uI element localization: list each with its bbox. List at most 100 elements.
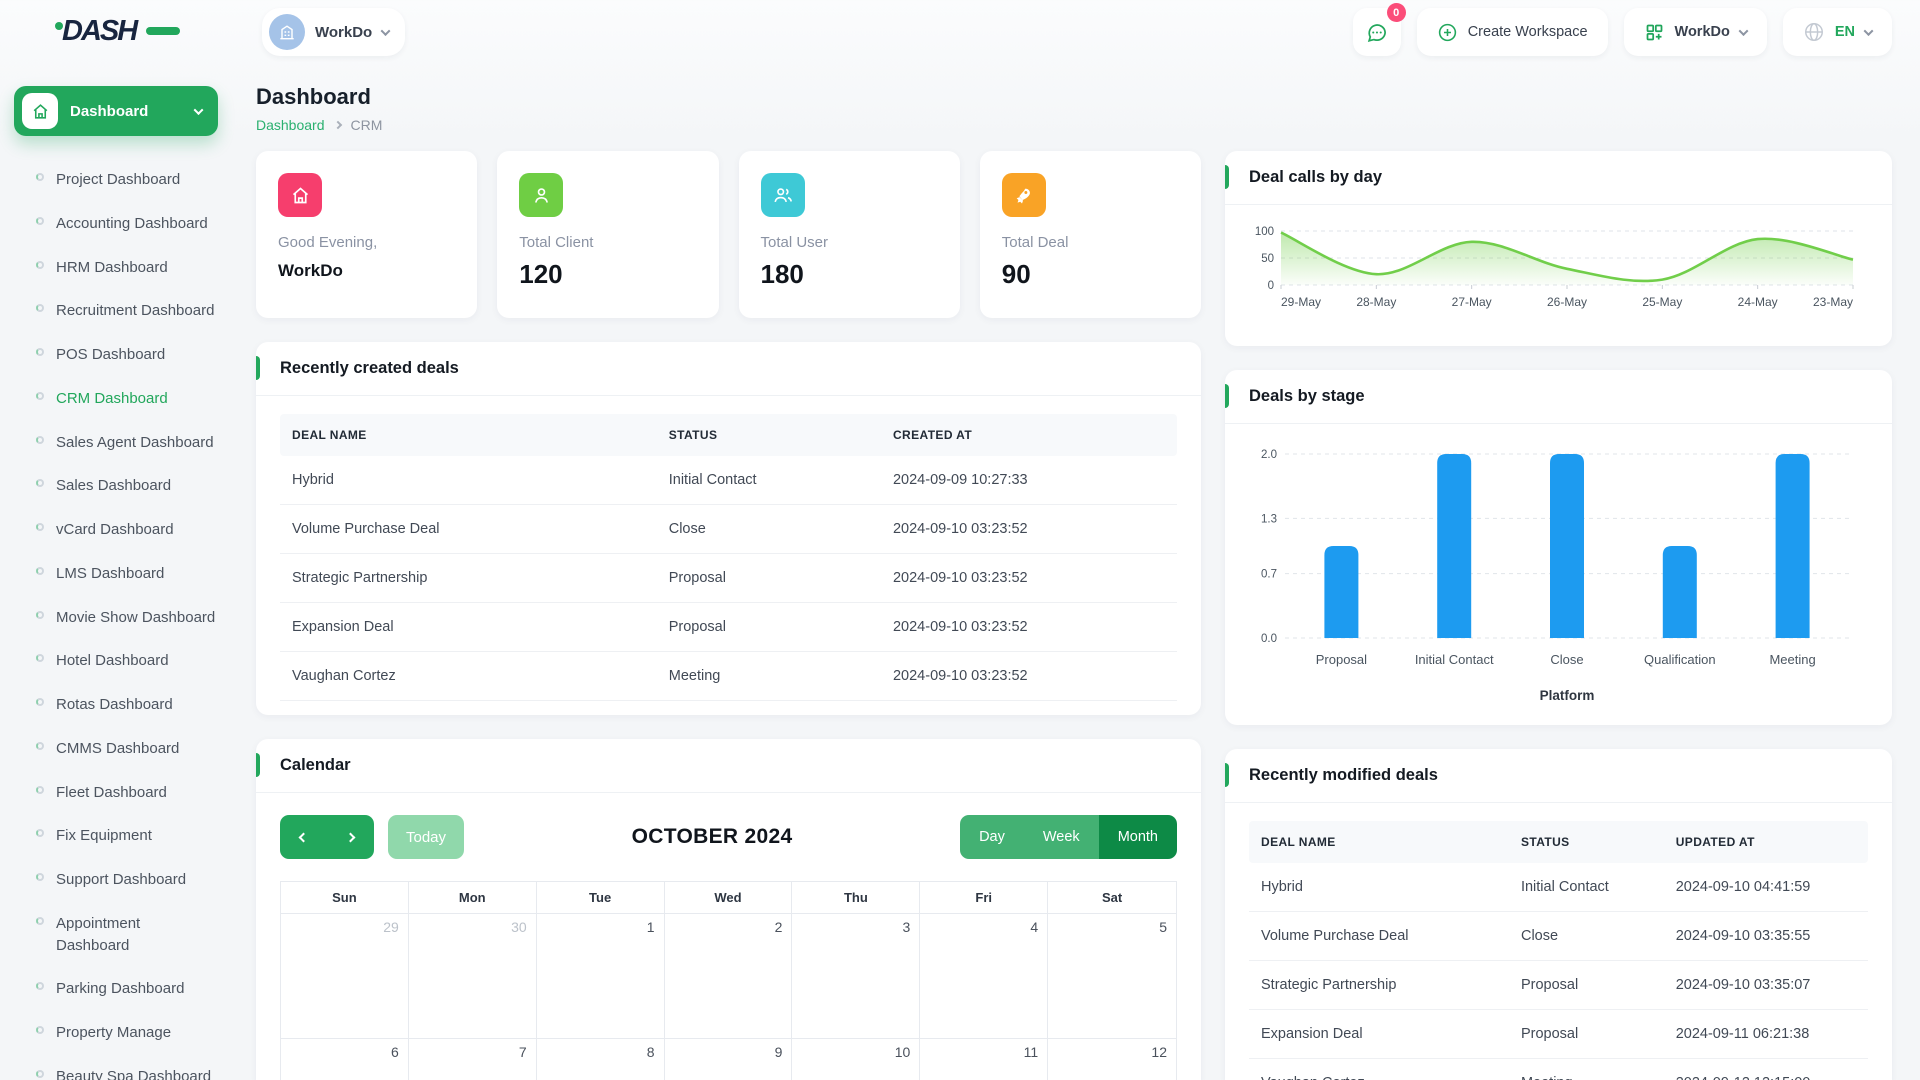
card-title: Calendar xyxy=(256,739,1201,793)
chevron-right-icon xyxy=(346,832,356,842)
calendar-day-number: 9 xyxy=(775,1044,783,1060)
sidebar-item-hrm-dashboard[interactable]: HRM Dashboard xyxy=(0,246,240,290)
sidebar-item-fleet-dashboard[interactable]: Fleet Dashboard xyxy=(0,771,240,815)
calendar-day-number: 5 xyxy=(1159,919,1167,935)
sidebar-item-pos-dashboard[interactable]: POS Dashboard xyxy=(0,333,240,377)
calendar-day-cell[interactable]: 9 xyxy=(665,1039,793,1080)
table-cell: Close xyxy=(1509,912,1664,960)
sidebar-item-label: CMMS Dashboard xyxy=(56,738,179,760)
svg-text:26-May: 26-May xyxy=(1547,295,1587,309)
app-logo: DASH xyxy=(0,12,240,53)
calendar-day-cell[interactable]: 1 xyxy=(537,914,665,1038)
circle-bullet-icon xyxy=(36,1026,44,1034)
calendar-view-switcher: DayWeekMonth xyxy=(960,815,1177,859)
sidebar-item-hotel-dashboard[interactable]: Hotel Dashboard xyxy=(0,639,240,683)
table-cell: Expansion Deal xyxy=(1249,1010,1509,1058)
calendar-day-cell[interactable]: 11 xyxy=(920,1039,1048,1080)
calendar-dow: Wed xyxy=(665,882,793,913)
calendar-day-cell[interactable]: 6 xyxy=(281,1039,409,1080)
table-cell: Hybrid xyxy=(1249,863,1509,911)
sidebar-item-label: HRM Dashboard xyxy=(56,257,168,279)
sidebar-item-recruitment-dashboard[interactable]: Recruitment Dashboard xyxy=(0,289,240,333)
sidebar-item-sales-dashboard[interactable]: Sales Dashboard xyxy=(0,464,240,508)
circle-bullet-icon xyxy=(36,261,44,269)
language-selector[interactable]: EN xyxy=(1783,8,1892,56)
sidebar-item-label: Project Dashboard xyxy=(56,169,180,191)
sidebar-item-beauty-spa-dashboard[interactable]: Beauty Spa Dashboard xyxy=(0,1055,240,1080)
chevron-down-icon xyxy=(1864,26,1874,36)
sidebar-item-movie-show-dashboard[interactable]: Movie Show Dashboard xyxy=(0,596,240,640)
calendar-view-month-button[interactable]: Month xyxy=(1099,815,1177,859)
create-workspace-button[interactable]: Create Workspace xyxy=(1417,8,1608,56)
sidebar-item-parking-dashboard[interactable]: Parking Dashboard xyxy=(0,967,240,1011)
sidebar-item-fix-equipment[interactable]: Fix Equipment xyxy=(0,814,240,858)
sidebar-item-label: Accounting Dashboard xyxy=(56,213,208,235)
card-title: Deal calls by day xyxy=(1225,151,1892,205)
svg-text:2.0: 2.0 xyxy=(1261,449,1277,461)
sidebar-item-project-dashboard[interactable]: Project Dashboard xyxy=(0,158,240,202)
sidebar-item-property-manage[interactable]: Property Manage xyxy=(0,1011,240,1055)
calendar-day-cell[interactable]: 5 xyxy=(1048,914,1176,1038)
main-content: Dashboard Dashboard CRM Good Evening, Wo… xyxy=(240,64,1920,1080)
calendar-dow-row: SunMonTueWedThuFriSat xyxy=(281,882,1176,914)
calendar-week-row: 2930123 4 5 xyxy=(281,914,1176,1039)
sidebar-item-support-dashboard[interactable]: Support Dashboard xyxy=(0,858,240,902)
notification-badge: 0 xyxy=(1387,3,1406,22)
sidebar-item-sales-agent-dashboard[interactable]: Sales Agent Dashboard xyxy=(0,421,240,465)
calendar-dow: Thu xyxy=(792,882,920,913)
calendar-day-number: 4 xyxy=(1030,919,1038,935)
breadcrumb-root[interactable]: Dashboard xyxy=(256,117,325,133)
sidebar-item-vcard-dashboard[interactable]: vCard Dashboard xyxy=(0,508,240,552)
sidebar-item-appointment-dashboard[interactable]: Appointment Dashboard xyxy=(0,902,240,968)
workspace-avatar xyxy=(269,14,305,50)
circle-bullet-icon xyxy=(36,873,44,881)
calendar-today-button[interactable]: Today xyxy=(388,815,464,859)
home-icon xyxy=(22,93,58,129)
sidebar-item-cmms-dashboard[interactable]: CMMS Dashboard xyxy=(0,727,240,771)
calendar-view-day-button[interactable]: Day xyxy=(960,815,1024,859)
sidebar-item-label: Hotel Dashboard xyxy=(56,650,169,672)
calendar-day-cell[interactable]: 29 xyxy=(281,914,409,1038)
calendar-day-cell[interactable]: 30 xyxy=(409,914,537,1038)
svg-text:0.0: 0.0 xyxy=(1261,633,1277,645)
svg-text:28-May: 28-May xyxy=(1356,295,1396,309)
calendar-day-cell[interactable]: 7 xyxy=(409,1039,537,1080)
table-header-row: DEAL NAMESTATUSCREATED AT xyxy=(280,414,1177,456)
stat-card-total-user: Total User180 xyxy=(739,151,960,318)
svg-text:Close: Close xyxy=(1550,652,1583,667)
calendar-day-cell[interactable]: 3 xyxy=(792,914,920,1038)
table-row: HybridInitial Contact2024-09-10 04:41:59 xyxy=(1249,863,1868,912)
circle-bullet-icon xyxy=(36,698,44,706)
calendar-day-cell[interactable]: 12 xyxy=(1048,1039,1176,1080)
svg-text:Platform: Platform xyxy=(1540,688,1595,703)
sidebar-item-label: Parking Dashboard xyxy=(56,978,184,1000)
calendar-day-cell[interactable]: 10Deal task One xyxy=(792,1039,920,1080)
sidebar-item-crm-dashboard[interactable]: CRM Dashboard xyxy=(0,377,240,421)
table-cell: Volume Purchase Deal xyxy=(1249,912,1509,960)
recently-modified-deals-card: Recently modified deals DEAL NAMESTATUSU… xyxy=(1225,749,1892,1080)
sidebar-item-accounting-dashboard[interactable]: Accounting Dashboard xyxy=(0,202,240,246)
workspace-switcher[interactable]: WorkDo xyxy=(262,8,405,56)
table-cell: 2024-09-10 03:23:52 xyxy=(881,652,1177,700)
calendar-view-week-button[interactable]: Week xyxy=(1024,815,1099,859)
table-cell: Initial Contact xyxy=(657,456,881,504)
sidebar-item-label: Beauty Spa Dashboard xyxy=(56,1066,211,1080)
table-cell: 2024-09-11 06:21:38 xyxy=(1664,1010,1868,1058)
calendar-grid: SunMonTueWedThuFriSat293012345678910Deal… xyxy=(280,881,1177,1080)
sidebar-item-rotas-dashboard[interactable]: Rotas Dashboard xyxy=(0,683,240,727)
calendar-day-cell[interactable]: 2 xyxy=(665,914,793,1038)
sidebar-item-lms-dashboard[interactable]: LMS Dashboard xyxy=(0,552,240,596)
circle-bullet-icon xyxy=(36,654,44,662)
calendar-next-button[interactable] xyxy=(327,815,374,859)
greeting-label: Good Evening, xyxy=(278,234,455,251)
calendar-prev-button[interactable] xyxy=(280,815,327,859)
calendar-day-cell[interactable]: 8 xyxy=(537,1039,665,1080)
messages-button[interactable]: 0 xyxy=(1353,8,1401,56)
calendar-day-cell[interactable]: 4 xyxy=(920,914,1048,1038)
circle-bullet-icon xyxy=(36,567,44,575)
globe-icon xyxy=(1803,21,1825,43)
stat-label: Total Deal xyxy=(1002,234,1179,251)
sidebar-section-dashboard[interactable]: Dashboard xyxy=(14,86,218,136)
calendar-day-number: 7 xyxy=(519,1044,527,1060)
workspace-menu-button[interactable]: WorkDo xyxy=(1624,8,1767,56)
